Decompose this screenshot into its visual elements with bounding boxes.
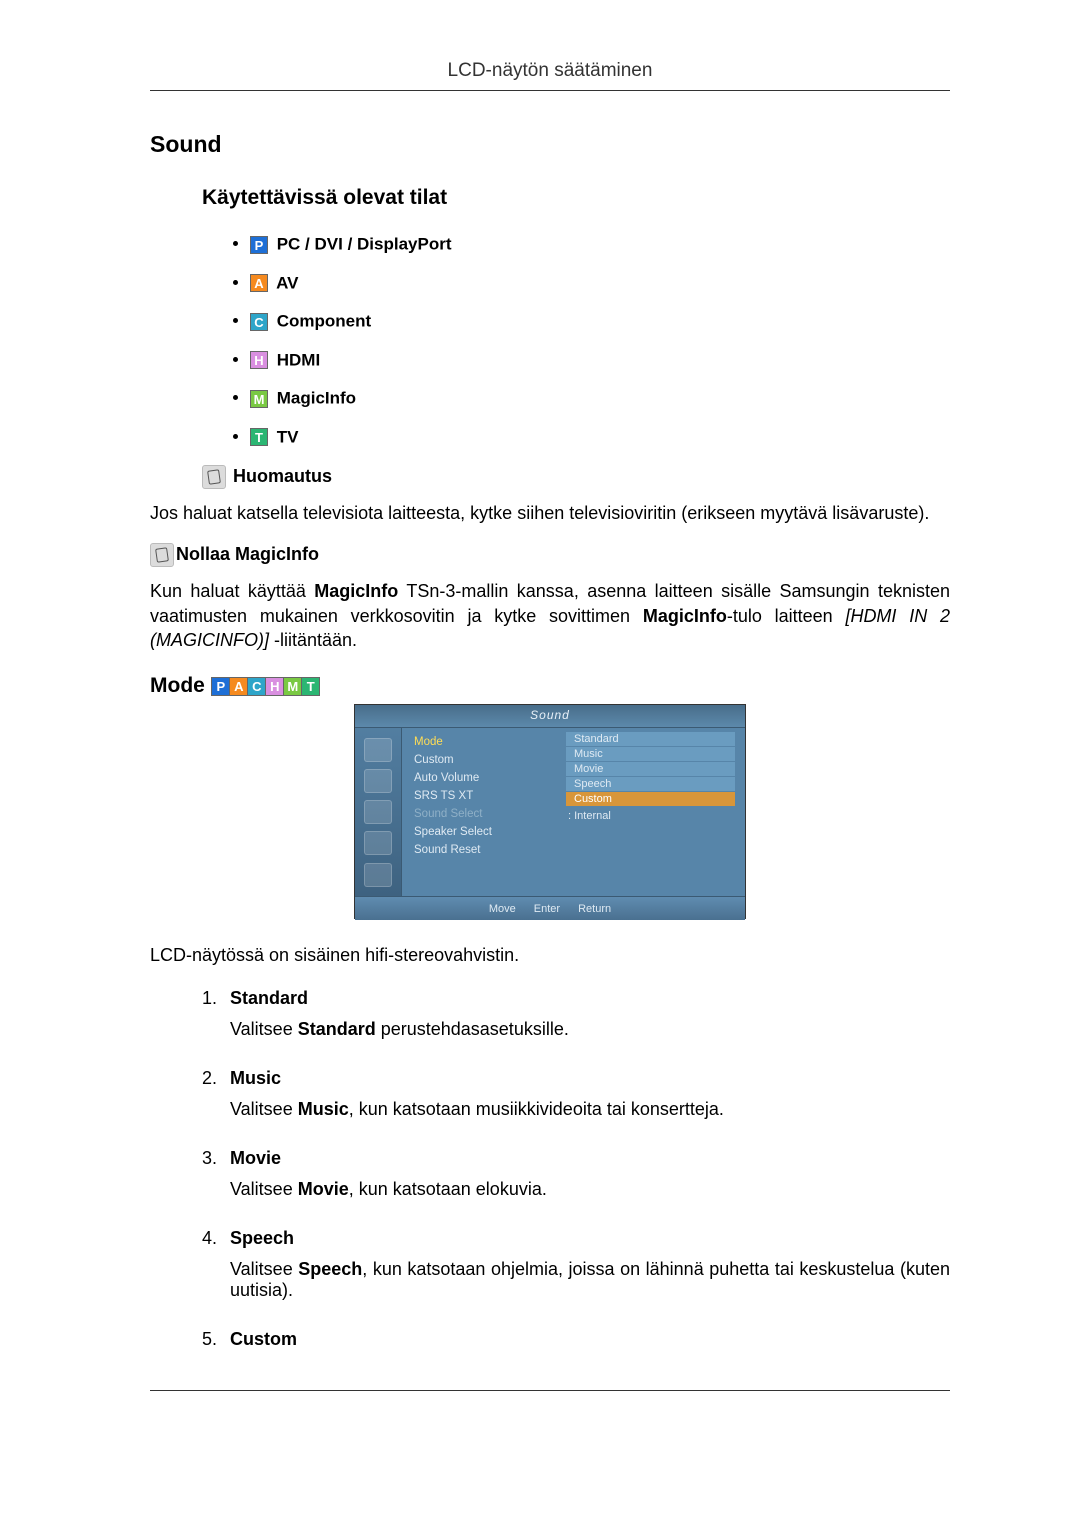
osd-side-icon — [364, 831, 392, 855]
m-icon: M — [283, 677, 302, 696]
osd-left-item: Sound Reset — [414, 844, 554, 856]
osd-side-icon — [364, 800, 392, 824]
osd-internal-label: : Internal — [568, 810, 735, 822]
modes-list: P PC / DVI / DisplayPort A AV C Component H… — [230, 234, 950, 447]
item-title: Custom — [230, 1329, 950, 1350]
osd-side-icon — [364, 769, 392, 793]
osd-title: Sound — [530, 708, 570, 722]
mode-label: HDMI — [272, 350, 320, 369]
mode-item: P PC / DVI / DisplayPort — [250, 234, 950, 255]
osd-side-icon — [364, 738, 392, 762]
numbered-list: 1.Standard Valitsee Standard perustehdasa… — [202, 988, 950, 1360]
page-header: LCD-näytön säätäminen — [150, 60, 950, 82]
note-body: Jos haluat katsella televisiota laittees… — [150, 501, 950, 525]
mode-item: M MagicInfo — [250, 388, 950, 409]
mode-item: A AV — [250, 273, 950, 294]
note2-title-text: Nollaa MagicInfo — [176, 544, 319, 564]
h-icon: H — [265, 677, 284, 696]
after-osd-text: LCD-näytössä on sisäinen hifi-stereovahv… — [150, 945, 950, 966]
item-number: 5. — [202, 1329, 230, 1360]
a-icon: A — [229, 677, 248, 696]
osd-footer-item: Return — [578, 903, 611, 915]
mode-heading-icons: PACHMT — [211, 677, 319, 696]
osd-option: Custom — [566, 792, 735, 806]
osd-footer: Move Enter Return — [355, 896, 745, 920]
osd-footer-item: Move — [489, 903, 516, 915]
note-title-text: Huomautus — [228, 466, 332, 486]
item-desc: Valitsee Movie, kun katsotaan elokuvia. — [230, 1179, 950, 1200]
mode-label: PC / DVI / DisplayPort — [272, 235, 452, 254]
list-item: 2.Music Valitsee Music, kun katsotaan mus… — [202, 1068, 950, 1138]
note2-heading: Nollaa MagicInfo — [150, 543, 950, 567]
p-icon: P — [211, 677, 230, 696]
osd-option: Speech — [566, 777, 735, 791]
osd-menu-right: StandardMusicMovieSpeechCustom : Interna… — [560, 728, 745, 896]
osd-left-item: Sound Select — [414, 808, 554, 820]
osd-left-item: SRS TS XT — [414, 790, 554, 802]
item-title: Music — [230, 1068, 950, 1089]
mode-label: TV — [272, 427, 298, 446]
item-desc: Valitsee Speech, kun katsotaan ohjelmia,… — [230, 1259, 950, 1301]
subsection-title: Käytettävissä olevat tilat — [202, 186, 950, 210]
note-icon — [150, 543, 174, 567]
osd-screenshot: Sound Mode Custom Auto Volume SRS TS XT Soun… — [354, 704, 746, 919]
osd-left-item: Custom — [414, 754, 554, 766]
mode-item: H HDMI — [250, 350, 950, 371]
item-title: Movie — [230, 1148, 950, 1169]
t-icon: T — [301, 677, 320, 696]
list-item: 5.Custom — [202, 1329, 950, 1360]
mode-heading: Mode — [150, 674, 205, 698]
osd-option: Movie — [566, 762, 735, 776]
list-item: 4.Speech Valitsee Speech, kun katsotaan o… — [202, 1228, 950, 1319]
osd-menu-left: Mode Custom Auto Volume SRS TS XT Sound Sele… — [402, 728, 560, 896]
list-item: 1.Standard Valitsee Standard perustehdasa… — [202, 988, 950, 1058]
item-number: 2. — [202, 1068, 230, 1138]
list-item: 3.Movie Valitsee Movie, kun katsotaan elo… — [202, 1148, 950, 1218]
item-desc: Valitsee Music, kun katsotaan musiikkivi… — [230, 1099, 950, 1120]
mode-item: C Component — [250, 311, 950, 332]
note-heading: Huomautus — [202, 465, 950, 489]
note-icon — [202, 465, 226, 489]
osd-sidebar — [355, 728, 402, 896]
mode-label: Component — [272, 312, 371, 331]
divider-top — [150, 90, 950, 91]
osd-left-item: Auto Volume — [414, 772, 554, 784]
item-desc: Valitsee Standard perustehdasasetuksille… — [230, 1019, 950, 1040]
mode-label: AV — [272, 273, 298, 292]
osd-left-item: Speaker Select — [414, 826, 554, 838]
note2-body: Kun haluat käyttää MagicInfo TSn-3-malli… — [150, 579, 950, 652]
c-icon: C — [250, 313, 268, 331]
osd-side-icon — [364, 863, 392, 887]
p-icon: P — [250, 236, 268, 254]
item-number: 3. — [202, 1148, 230, 1218]
c-icon: C — [247, 677, 266, 696]
h-icon: H — [250, 351, 268, 369]
osd-left-item: Mode — [414, 736, 554, 748]
mode-label: MagicInfo — [272, 389, 356, 408]
a-icon: A — [250, 274, 268, 292]
osd-footer-item: Enter — [534, 903, 560, 915]
m-icon: M — [250, 390, 268, 408]
section-title: Sound — [150, 131, 950, 158]
divider-bottom — [150, 1390, 950, 1391]
item-number: 1. — [202, 988, 230, 1058]
item-title: Speech — [230, 1228, 950, 1249]
item-title: Standard — [230, 988, 950, 1009]
mode-item: T TV — [250, 427, 950, 448]
osd-option: Music — [566, 747, 735, 761]
osd-option: Standard — [566, 732, 735, 746]
t-icon: T — [250, 428, 268, 446]
item-number: 4. — [202, 1228, 230, 1319]
